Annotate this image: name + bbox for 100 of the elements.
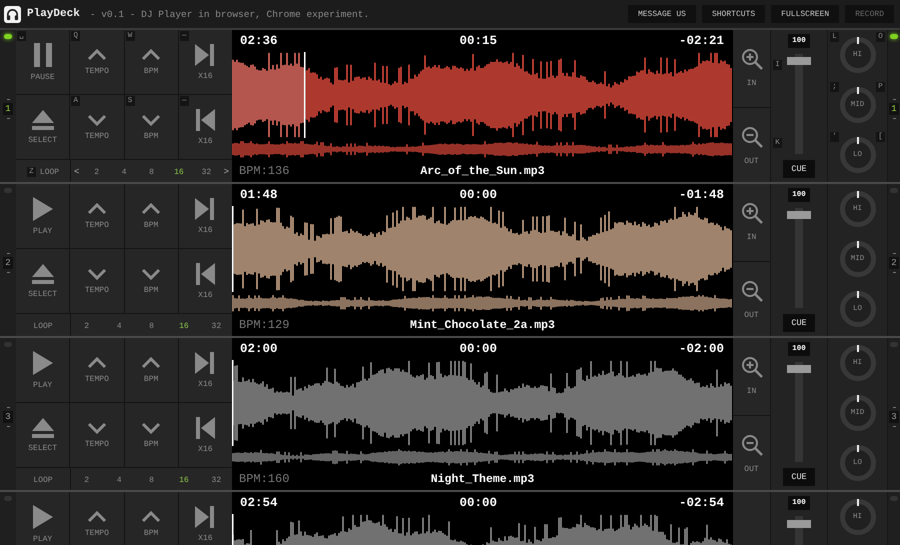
control-button[interactable]: PLAY xyxy=(16,338,70,402)
tick-mark xyxy=(892,407,896,408)
chevron-down-icon xyxy=(141,422,162,434)
control-button[interactable]: X16 xyxy=(178,403,232,467)
control-button[interactable]: SELECT xyxy=(16,249,70,313)
zoom-button[interactable]: IN xyxy=(733,184,770,260)
control-button[interactable]: SELECT xyxy=(16,95,70,159)
control-button[interactable]: PLAY xyxy=(16,184,70,248)
track-filename: Arc_of_the_Sun.mp3 xyxy=(420,164,545,178)
play-icon xyxy=(32,196,53,220)
zoom-out-icon xyxy=(740,434,762,456)
slider-thumb[interactable] xyxy=(787,365,811,373)
skip-forward-icon xyxy=(195,198,216,220)
pitch-slider[interactable] xyxy=(786,208,812,308)
status-led xyxy=(890,34,898,39)
chevron-down-icon xyxy=(86,114,107,126)
tick-mark xyxy=(6,272,10,273)
track-filename: Mint_Chocolate_2a.mp3 xyxy=(410,318,555,332)
tick-mark xyxy=(892,99,896,100)
pause-icon xyxy=(32,42,54,66)
chevron-up-icon xyxy=(141,48,162,60)
track-filename: Night_Theme.mp3 xyxy=(430,472,534,486)
chevron-down-icon xyxy=(141,114,162,126)
cue-button[interactable]: CUE xyxy=(783,468,815,486)
slider-thumb[interactable] xyxy=(787,520,811,528)
control-button[interactable]: PLAY xyxy=(16,492,70,545)
zoom-out-icon xyxy=(740,126,762,148)
deck-number: 2 xyxy=(889,257,899,269)
slider-thumb[interactable] xyxy=(787,57,811,65)
control-button[interactable]: X16 xyxy=(178,249,232,313)
logo-icon xyxy=(4,6,21,22)
zoom-button[interactable]: OUT xyxy=(733,262,770,336)
control-button[interactable]: X16 xyxy=(178,338,232,402)
pitch-slider[interactable] xyxy=(786,362,812,462)
control-button[interactable]: TEMPO xyxy=(70,338,124,402)
eject-icon xyxy=(32,418,54,438)
bpm-readout: BPM:136 xyxy=(239,164,290,178)
bpm-readout: BPM:160 xyxy=(239,472,290,486)
tick-mark xyxy=(892,118,896,119)
skip-forward-icon xyxy=(195,506,216,528)
zoom-in-icon xyxy=(740,202,762,224)
tick-mark xyxy=(6,253,10,254)
chevron-down-icon xyxy=(141,268,162,280)
chevron-up-icon xyxy=(86,202,107,214)
skip-back-icon xyxy=(195,416,216,438)
control-button[interactable]: SELECT xyxy=(16,403,70,467)
tick-mark xyxy=(6,99,10,100)
tick-mark xyxy=(6,407,10,408)
control-button[interactable]: BPM xyxy=(124,184,178,248)
loop-button[interactable]: LOOP xyxy=(16,314,70,336)
chevron-up-icon xyxy=(141,202,162,214)
slider-thumb[interactable] xyxy=(787,211,811,219)
control-button[interactable]: BPM xyxy=(124,249,178,313)
zoom-button[interactable]: OUT xyxy=(733,416,770,490)
app-subtitle: - v0.1 - DJ Player in browser, Chrome experiment. xyxy=(90,8,370,20)
eject-icon xyxy=(32,110,54,130)
control-button[interactable]: TEMPO xyxy=(70,184,124,248)
app-title: PlayDeck xyxy=(27,8,80,20)
pitch-slider[interactable] xyxy=(786,54,812,154)
control-button[interactable]: TEMPO xyxy=(70,249,124,313)
tick-mark xyxy=(892,253,896,254)
control-button[interactable]: BPM xyxy=(124,403,178,467)
skip-forward-icon xyxy=(195,352,216,374)
chevron-up-icon xyxy=(141,510,162,522)
skip-forward-icon xyxy=(195,44,216,66)
loop-button[interactable]: LOOP xyxy=(16,468,70,490)
chevron-up-icon xyxy=(86,356,107,368)
control-button[interactable]: BPM xyxy=(124,338,178,402)
deck-number: 1 xyxy=(3,103,13,115)
header-button[interactable]: MESSAGE US xyxy=(628,5,696,23)
deck-number: 2 xyxy=(3,257,13,269)
zoom-in-icon xyxy=(740,48,762,70)
cue-button[interactable]: CUE xyxy=(783,314,815,332)
header-button[interactable]: FULLSCREEN xyxy=(771,5,840,23)
control-button[interactable]: TEMPO xyxy=(70,403,124,467)
zoom-button[interactable]: IN xyxy=(733,30,770,106)
tick-mark xyxy=(6,426,10,427)
bpm-readout: BPM:129 xyxy=(239,318,290,332)
control-button[interactable]: X16 xyxy=(178,492,232,545)
zoom-in-icon xyxy=(740,356,762,378)
eject-icon xyxy=(32,264,54,284)
chevron-up-icon xyxy=(86,48,107,60)
control-button[interactable]: BPM xyxy=(124,492,178,545)
deck-number: 3 xyxy=(3,411,13,423)
chevron-up-icon xyxy=(86,510,107,522)
chevron-down-icon xyxy=(86,268,107,280)
skip-back-icon xyxy=(195,262,216,284)
tick-mark xyxy=(892,426,896,427)
play-icon xyxy=(32,350,53,374)
tick-mark xyxy=(6,118,10,119)
control-button[interactable]: X16 xyxy=(178,184,232,248)
cue-button[interactable]: CUE xyxy=(783,160,815,178)
header-button[interactable]: SHORTCUTS xyxy=(702,5,766,23)
zoom-button[interactable]: IN xyxy=(733,338,770,414)
skip-back-icon xyxy=(195,108,216,130)
zoom-out-icon xyxy=(740,280,762,302)
control-button[interactable]: TEMPO xyxy=(70,492,124,545)
chevron-down-icon xyxy=(86,422,107,434)
chevron-up-icon xyxy=(141,356,162,368)
zoom-button[interactable]: OUT xyxy=(733,108,770,182)
